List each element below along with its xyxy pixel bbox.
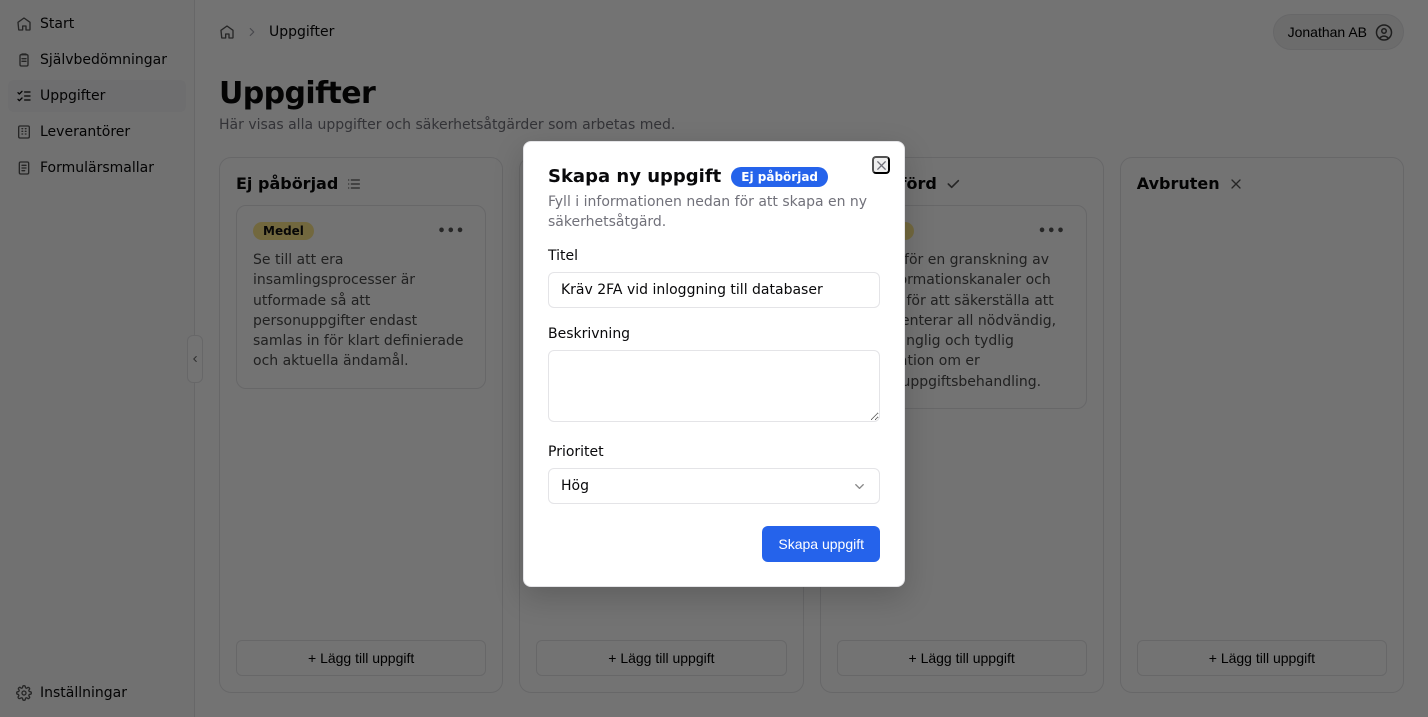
close-icon xyxy=(874,158,889,173)
close-button[interactable] xyxy=(872,156,890,174)
dialog-title: Skapa ny uppgift xyxy=(548,166,721,187)
priority-select[interactable]: Hög xyxy=(548,468,880,504)
chevron-down-icon xyxy=(852,479,867,494)
title-label: Titel xyxy=(548,248,880,264)
priority-label: Prioritet xyxy=(548,444,880,460)
priority-select-value: Hög xyxy=(561,478,589,494)
description-input[interactable] xyxy=(548,350,880,422)
submit-button[interactable]: Skapa uppgift xyxy=(762,526,880,562)
create-task-dialog: Skapa ny uppgift Ej påbörjad Fyll i info… xyxy=(523,141,905,587)
description-label: Beskrivning xyxy=(548,326,880,342)
title-input[interactable] xyxy=(548,272,880,308)
status-badge: Ej påbörjad xyxy=(731,167,828,187)
dialog-description: Fyll i informationen nedan för att skapa… xyxy=(548,193,880,232)
